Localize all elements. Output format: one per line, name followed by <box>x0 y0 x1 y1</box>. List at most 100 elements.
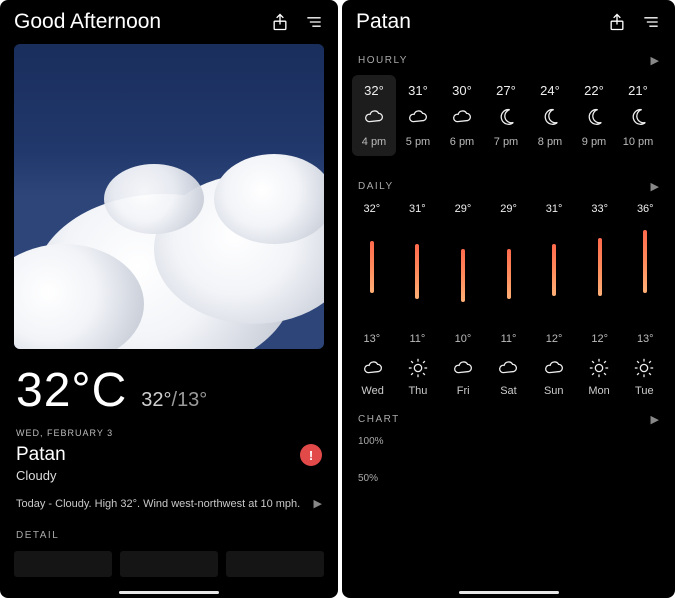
daily-high: 32° <box>363 203 380 215</box>
hourly-forecast[interactable]: 32° 4 pm 31° 5 pm 30°6 pm 27° 7 pm 24°8 pm 22° 9 … <box>342 73 675 166</box>
hour-label: 8 pm <box>538 136 562 148</box>
home-indicator[interactable] <box>119 591 219 594</box>
home-indicator[interactable] <box>459 591 559 594</box>
daily-label: Fri <box>441 385 486 397</box>
hour-label: 10 pm <box>623 136 654 148</box>
daily-header[interactable]: DAILY ▶ <box>342 166 675 199</box>
daily-high: 31° <box>409 203 426 215</box>
daily-low: 13° <box>363 333 380 345</box>
daily-column[interactable]: 36° 13° <box>623 203 667 345</box>
hi-lo: 32°/13° <box>141 389 207 412</box>
daily-temperature-bar <box>552 244 556 296</box>
menu-icon[interactable] <box>641 12 661 32</box>
daily-low: 11° <box>501 333 517 345</box>
hour-temp: 31° <box>408 83 428 98</box>
daily-temperature-bar <box>415 244 419 299</box>
cloud-icon <box>452 359 474 377</box>
moon-icon <box>539 108 561 126</box>
greeting: Good Afternoon <box>14 10 161 34</box>
hour-label: 7 pm <box>494 136 518 148</box>
daily-bar-wrap <box>507 219 511 329</box>
hourly-item[interactable]: 32° 4 pm <box>352 75 396 156</box>
moon-icon <box>583 108 605 126</box>
hourly-label: HOURLY <box>358 55 408 66</box>
chevron-right-icon: ▶ <box>651 54 659 67</box>
hour-label: 9 pm <box>582 136 606 148</box>
hourly-item[interactable]: 24°8 pm <box>528 75 572 156</box>
cloud-icon <box>407 108 429 126</box>
page-title: Patan <box>356 10 411 34</box>
hour-label: 5 pm <box>406 136 430 148</box>
daily-bar-wrap <box>370 219 374 329</box>
daily-column[interactable]: 31°11° <box>396 203 440 345</box>
hourly-item[interactable]: 27° 7 pm <box>484 75 528 156</box>
daily-column[interactable]: 33°12° <box>578 203 622 345</box>
moon-icon <box>495 108 517 126</box>
daily-low: 13° <box>637 333 654 345</box>
daily-high: 36° <box>637 203 654 215</box>
high-temp: 32° <box>141 389 171 411</box>
hour-temp: 32° <box>364 83 384 98</box>
daily-column[interactable]: 31°12° <box>532 203 576 345</box>
cloud-icon <box>363 108 385 126</box>
today-summary-row[interactable]: Today - Cloudy. High 32°. Wind west-nort… <box>0 491 338 516</box>
daily-temperature-bar <box>643 230 647 293</box>
daily-low: 12° <box>591 333 608 345</box>
daily-bar-wrap <box>643 219 647 329</box>
daily-column[interactable]: 29° 10° <box>441 203 485 345</box>
daily-label: Tue <box>622 385 667 397</box>
chart-label: CHART <box>358 414 400 425</box>
hourly-item[interactable]: 31° 5 pm <box>396 75 440 156</box>
daily-label: Thu <box>395 385 440 397</box>
detail-section-label: DETAIL <box>0 516 338 547</box>
sun-icon <box>588 359 610 377</box>
daily-bar-wrap <box>552 219 556 329</box>
chevron-right-icon: ▶ <box>651 180 659 193</box>
titlebar: Patan <box>342 0 675 40</box>
chart-header[interactable]: CHART ▶ <box>342 399 675 432</box>
chart-tick: 50% <box>358 473 659 484</box>
hour-temp: 22° <box>584 83 604 98</box>
detail-tile[interactable] <box>14 551 112 577</box>
hour-label: 4 pm <box>362 136 386 148</box>
titlebar: Good Afternoon <box>0 0 338 40</box>
sun-icon <box>633 359 655 377</box>
daily-low: 10° <box>455 333 472 345</box>
daily-high: 29° <box>455 203 472 215</box>
chevron-right-icon: ▶ <box>314 497 322 510</box>
daily-bar-wrap <box>598 219 602 329</box>
chart-y-ticks: 100% 50% <box>342 432 675 488</box>
cloud-icon <box>543 359 565 377</box>
share-icon[interactable] <box>607 12 627 32</box>
daily-column[interactable]: 32° 13° <box>350 203 394 345</box>
daily-high: 29° <box>500 203 517 215</box>
today-summary: Today - Cloudy. High 32°. Wind west-nort… <box>16 498 300 510</box>
daily-column[interactable]: 29° 11° <box>487 203 531 345</box>
hourly-header[interactable]: HOURLY ▶ <box>342 40 675 73</box>
share-icon[interactable] <box>270 12 290 32</box>
daily-label: Sun <box>531 385 576 397</box>
overview-screen: Good Afternoon 32°C 32°/13° WED, FEBRUAR… <box>0 0 338 598</box>
detail-tile[interactable] <box>226 551 324 577</box>
low-temp: 13° <box>177 389 207 411</box>
hourly-item[interactable]: 21°10 pm <box>616 75 660 156</box>
menu-icon[interactable] <box>304 12 324 32</box>
cloud-icon <box>362 359 384 377</box>
daily-label-row: WedThuFriSatSunMonTue <box>342 379 675 399</box>
hero-weather-image <box>14 44 324 349</box>
daily-label: Mon <box>576 385 621 397</box>
detail-tile[interactable] <box>120 551 218 577</box>
hourly-item[interactable]: 30°6 pm <box>440 75 484 156</box>
alert-badge[interactable]: ! <box>300 444 322 466</box>
hourly-item[interactable]: 11 <box>660 75 675 156</box>
hour-temp: 27° <box>496 83 516 98</box>
temperature-row: 32°C 32°/13° <box>0 357 338 418</box>
daily-label: Wed <box>350 385 395 397</box>
daily-bar-wrap <box>415 219 419 329</box>
daily-icon-row <box>342 349 675 379</box>
daily-label: Sat <box>486 385 531 397</box>
detail-tiles <box>0 547 338 581</box>
daily-high: 31° <box>546 203 563 215</box>
hour-temp: 30° <box>452 83 472 98</box>
hourly-item[interactable]: 22° 9 pm <box>572 75 616 156</box>
